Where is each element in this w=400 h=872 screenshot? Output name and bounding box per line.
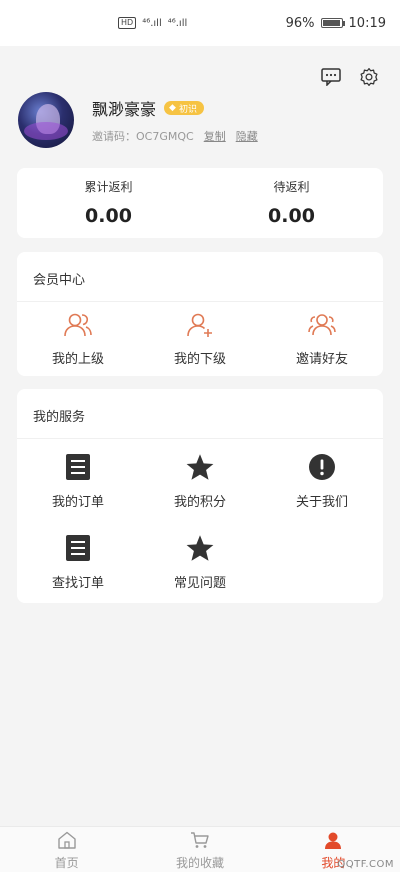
total-rebate[interactable]: 累计返利 0.00: [17, 168, 200, 238]
copy-button[interactable]: 复制: [204, 128, 226, 144]
my-subordinate-label: 我的下级: [173, 352, 226, 367]
avatar[interactable]: [18, 92, 74, 148]
home-icon: [57, 831, 76, 849]
nav-favorites[interactable]: 我的收藏: [133, 827, 266, 872]
nav-home-label: 首页: [54, 856, 79, 870]
battery-icon: [320, 18, 345, 28]
my-orders-label: 我的订单: [51, 495, 104, 510]
rebate-stats-card: 累计返利 0.00 待返利 0.00: [17, 168, 383, 238]
faq-button[interactable]: 常见问题: [139, 520, 261, 601]
star-icon: [186, 454, 214, 480]
status-bar: HD ⁴⁶.ıll ⁴⁶.ıll 96% 10:19: [0, 0, 400, 46]
invite-code: OC7GMQC: [136, 130, 194, 143]
my-subordinate-button[interactable]: 我的下级: [139, 302, 261, 367]
about-us-label: 关于我们: [295, 495, 348, 510]
pending-rebate[interactable]: 待返利 0.00: [200, 168, 383, 238]
users-icon: [64, 313, 92, 337]
find-order-button[interactable]: 查找订单: [17, 520, 139, 601]
message-icon[interactable]: [320, 66, 342, 88]
my-superior-button[interactable]: 我的上级: [17, 302, 139, 367]
find-order-label: 查找订单: [51, 576, 104, 591]
member-center-title: 会员中心: [17, 252, 383, 302]
profile-header: 飘渺豪豪 ◆ 初识 邀请码：OC7GMQC 复制 隐藏: [18, 92, 258, 148]
user-plus-icon: [187, 313, 212, 337]
pending-rebate-label: 待返利: [273, 180, 310, 194]
top-actions: [320, 66, 380, 88]
profile-icon: [325, 832, 342, 849]
pending-rebate-value: 0.00: [268, 205, 315, 227]
faq-label: 常见问题: [173, 576, 226, 591]
member-center-card: 会员中心 我的上级 我的下级 邀请好友: [17, 252, 383, 376]
invite-label: 邀请码：: [92, 130, 136, 143]
username: 飘渺豪豪: [92, 100, 157, 119]
gear-icon[interactable]: [358, 66, 380, 88]
hide-button[interactable]: 隐藏: [236, 128, 258, 144]
info-icon: [309, 454, 335, 480]
signal-strength-icon: ⁴⁶.ıll: [167, 17, 188, 29]
order-icon: [66, 454, 90, 480]
nav-favorites-label: 我的收藏: [175, 856, 224, 870]
services-card: 我的服务 我的订单 我的积分 关于我们 查找订单 常见问题: [17, 389, 383, 603]
bottom-nav: 首页 我的收藏 我的 QQTF.COM: [0, 826, 400, 872]
order-search-icon: [66, 535, 90, 561]
hd-indicator: HD: [118, 17, 137, 29]
star-icon: [186, 535, 214, 561]
my-superior-label: 我的上级: [51, 352, 104, 367]
diamond-icon: ◆: [169, 103, 176, 113]
status-network: HD ⁴⁶.ıll ⁴⁶.ıll: [118, 17, 187, 29]
my-points-label: 我的积分: [173, 495, 226, 510]
invite-friends-button[interactable]: 邀请好友: [261, 302, 383, 367]
watermark: QQTF.COM: [337, 859, 394, 870]
cart-icon: [190, 832, 209, 848]
services-title: 我的服务: [17, 389, 383, 439]
total-rebate-label: 累计返利: [84, 180, 133, 194]
signal-strength-icon: ⁴⁶.ıll: [142, 17, 162, 29]
my-points-button[interactable]: 我的积分: [139, 439, 261, 520]
level-badge: ◆ 初识: [164, 101, 204, 115]
clock: 10:19: [348, 15, 386, 31]
nav-home[interactable]: 首页: [0, 827, 133, 872]
invite-friends-label: 邀请好友: [295, 352, 348, 367]
my-orders-button[interactable]: 我的订单: [17, 439, 139, 520]
battery-percent: 96%: [285, 15, 315, 31]
level-badge-label: 初识: [178, 104, 197, 115]
about-us-button[interactable]: 关于我们: [261, 439, 383, 520]
total-rebate-value: 0.00: [85, 205, 132, 227]
invite-friends-icon: [308, 314, 336, 336]
